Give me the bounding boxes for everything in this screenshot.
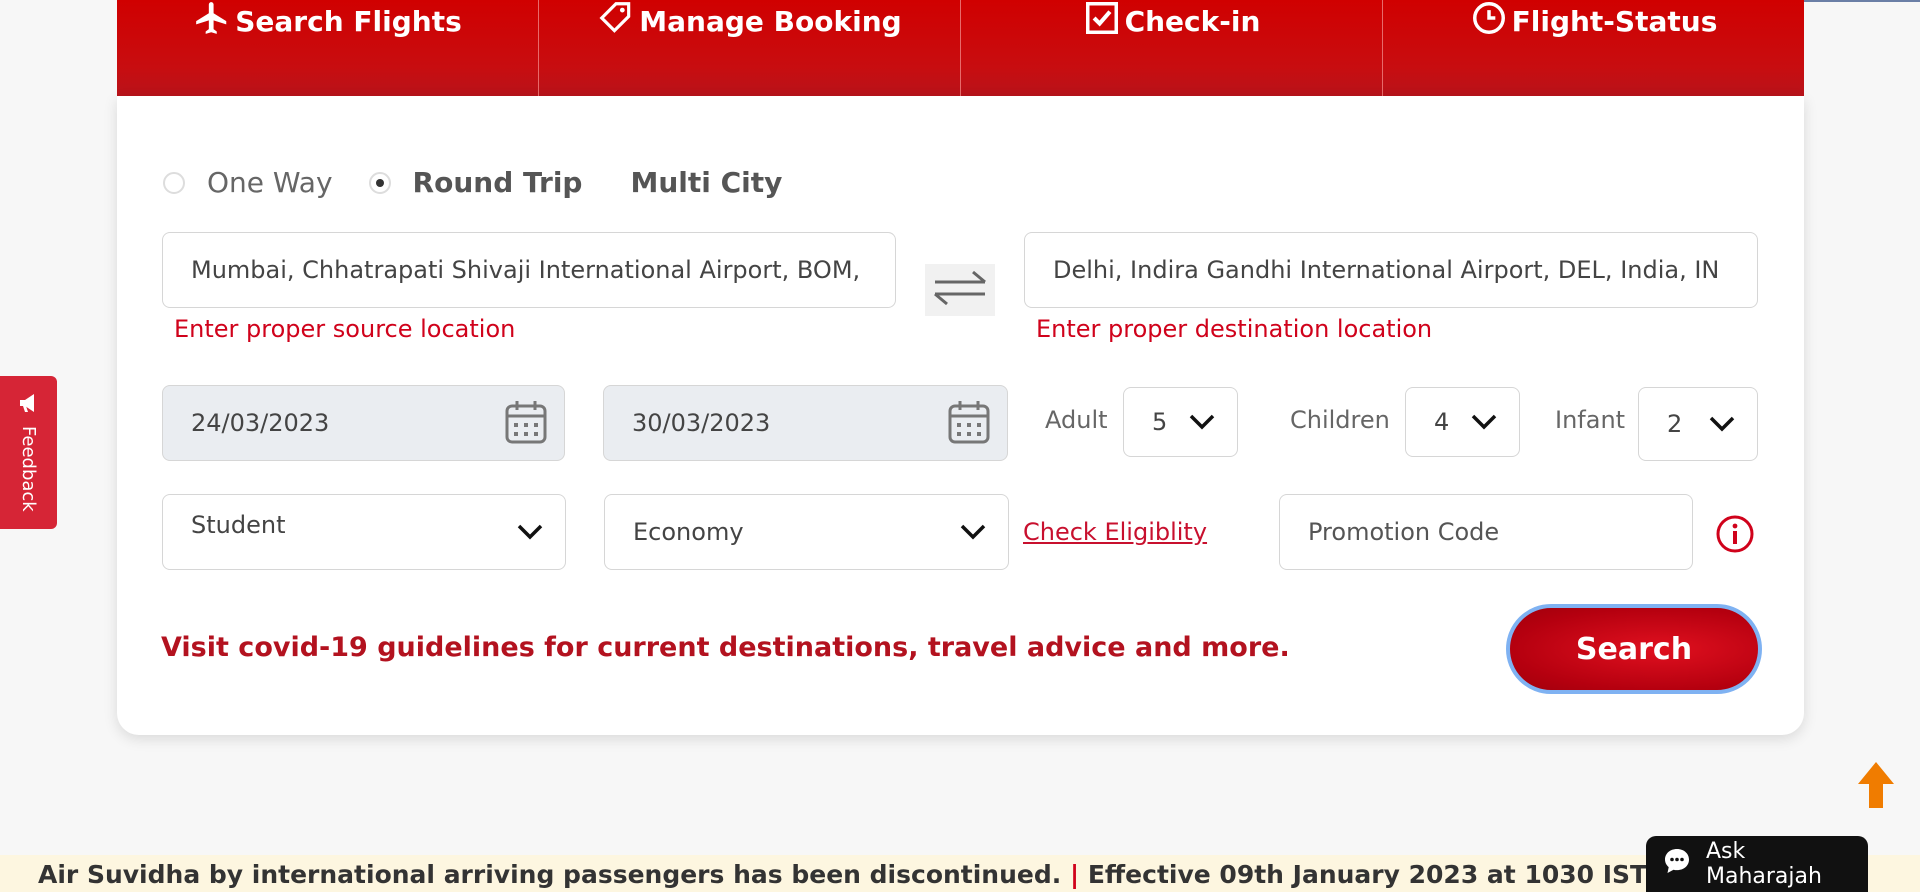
- search-button[interactable]: Search: [1506, 604, 1762, 694]
- tab-label: Check-in: [1124, 4, 1261, 38]
- infant-value: 2: [1667, 410, 1683, 438]
- round-trip-label[interactable]: Round Trip: [413, 166, 583, 199]
- scroll-to-top-arrow-icon[interactable]: [1856, 760, 1896, 814]
- cabin-class-select[interactable]: Economy: [604, 494, 1009, 570]
- children-label: Children: [1290, 406, 1390, 434]
- chat-bubble-icon: [1662, 846, 1692, 882]
- radio-round-trip[interactable]: [368, 171, 391, 194]
- adult-select[interactable]: 5: [1123, 387, 1238, 457]
- chevron-down-icon: [960, 518, 986, 546]
- promotion-code-input[interactable]: Promotion Code: [1279, 494, 1693, 570]
- chevron-down-icon: [1189, 408, 1215, 436]
- search-form-card: One Way Round Trip Multi City Mumbai, Ch…: [117, 96, 1804, 735]
- tab-check-in[interactable]: Check-in: [961, 0, 1383, 96]
- ticker-separator: |: [1069, 860, 1080, 889]
- news-ticker: Air Suvidha by international arriving pa…: [0, 855, 1920, 892]
- source-value: Mumbai, Chhatrapati Shivaji Internationa…: [191, 256, 861, 284]
- tab-label: Flight-Status: [1511, 4, 1718, 38]
- swap-button[interactable]: [925, 264, 995, 316]
- chevron-down-icon: [517, 518, 543, 546]
- tab-label: Manage Booking: [639, 4, 902, 38]
- swap-arrows-icon: [929, 266, 991, 314]
- calendar-icon[interactable]: [947, 398, 991, 452]
- depart-date-input[interactable]: 24/03/2023: [162, 385, 565, 461]
- chevron-down-icon: [1471, 408, 1497, 436]
- top-right-border: [1804, 0, 1920, 2]
- adult-value: 5: [1152, 408, 1168, 436]
- multi-city-link[interactable]: Multi City: [630, 166, 782, 199]
- children-value: 4: [1434, 408, 1450, 436]
- airplane-icon: [193, 0, 231, 44]
- chat-label: Ask Maharajah: [1706, 839, 1822, 889]
- one-way-label[interactable]: One Way: [207, 166, 333, 199]
- tab-flight-status[interactable]: Flight-Status: [1383, 0, 1804, 96]
- ticker-text-1: Air Suvidha by international arriving pa…: [38, 860, 1062, 889]
- calendar-icon[interactable]: [504, 398, 548, 452]
- covid-guidelines-link[interactable]: Visit covid-19 guidelines for current de…: [161, 632, 1290, 663]
- chevron-down-icon: [1709, 410, 1735, 438]
- feedback-tab[interactable]: Feedback: [0, 376, 57, 529]
- check-eligibility-link[interactable]: Check Eligiblity: [1023, 518, 1207, 546]
- children-select[interactable]: 4: [1405, 387, 1520, 457]
- info-icon[interactable]: [1715, 514, 1755, 558]
- tab-manage-booking[interactable]: Manage Booking: [539, 0, 961, 96]
- promotion-code-placeholder: Promotion Code: [1308, 518, 1500, 546]
- tab-label: Search Flights: [235, 4, 462, 38]
- feedback-label: Feedback: [18, 426, 39, 512]
- depart-date-value: 24/03/2023: [191, 409, 330, 437]
- adult-label: Adult: [1045, 406, 1108, 434]
- destination-error: Enter proper destination location: [1036, 315, 1433, 343]
- trip-type-selector: One Way Round Trip Multi City: [163, 166, 782, 199]
- clock-icon: [1470, 0, 1508, 44]
- radio-one-way[interactable]: [163, 171, 185, 194]
- source-input[interactable]: Mumbai, Chhatrapati Shivaji Internationa…: [162, 232, 896, 308]
- destination-value: Delhi, Indira Gandhi International Airpo…: [1053, 256, 1720, 284]
- infant-select[interactable]: 2: [1638, 387, 1758, 461]
- source-error: Enter proper source location: [174, 315, 516, 343]
- megaphone-icon: [16, 390, 42, 420]
- tag-icon: [597, 0, 635, 44]
- checkbox-icon: [1083, 0, 1121, 44]
- return-date-value: 30/03/2023: [632, 409, 771, 437]
- infant-label: Infant: [1555, 406, 1626, 434]
- concession-select[interactable]: Student: [162, 494, 566, 570]
- concession-value: Student: [191, 511, 286, 539]
- cabin-class-value: Economy: [633, 518, 744, 546]
- ask-maharajah-chat-button[interactable]: Ask Maharajah: [1646, 836, 1868, 892]
- destination-input[interactable]: Delhi, Indira Gandhi International Airpo…: [1024, 232, 1758, 308]
- return-date-input[interactable]: 30/03/2023: [603, 385, 1008, 461]
- booking-tabs: Search Flights Manage Booking Check-in F…: [117, 0, 1804, 96]
- tab-search-flights[interactable]: Search Flights: [117, 0, 539, 96]
